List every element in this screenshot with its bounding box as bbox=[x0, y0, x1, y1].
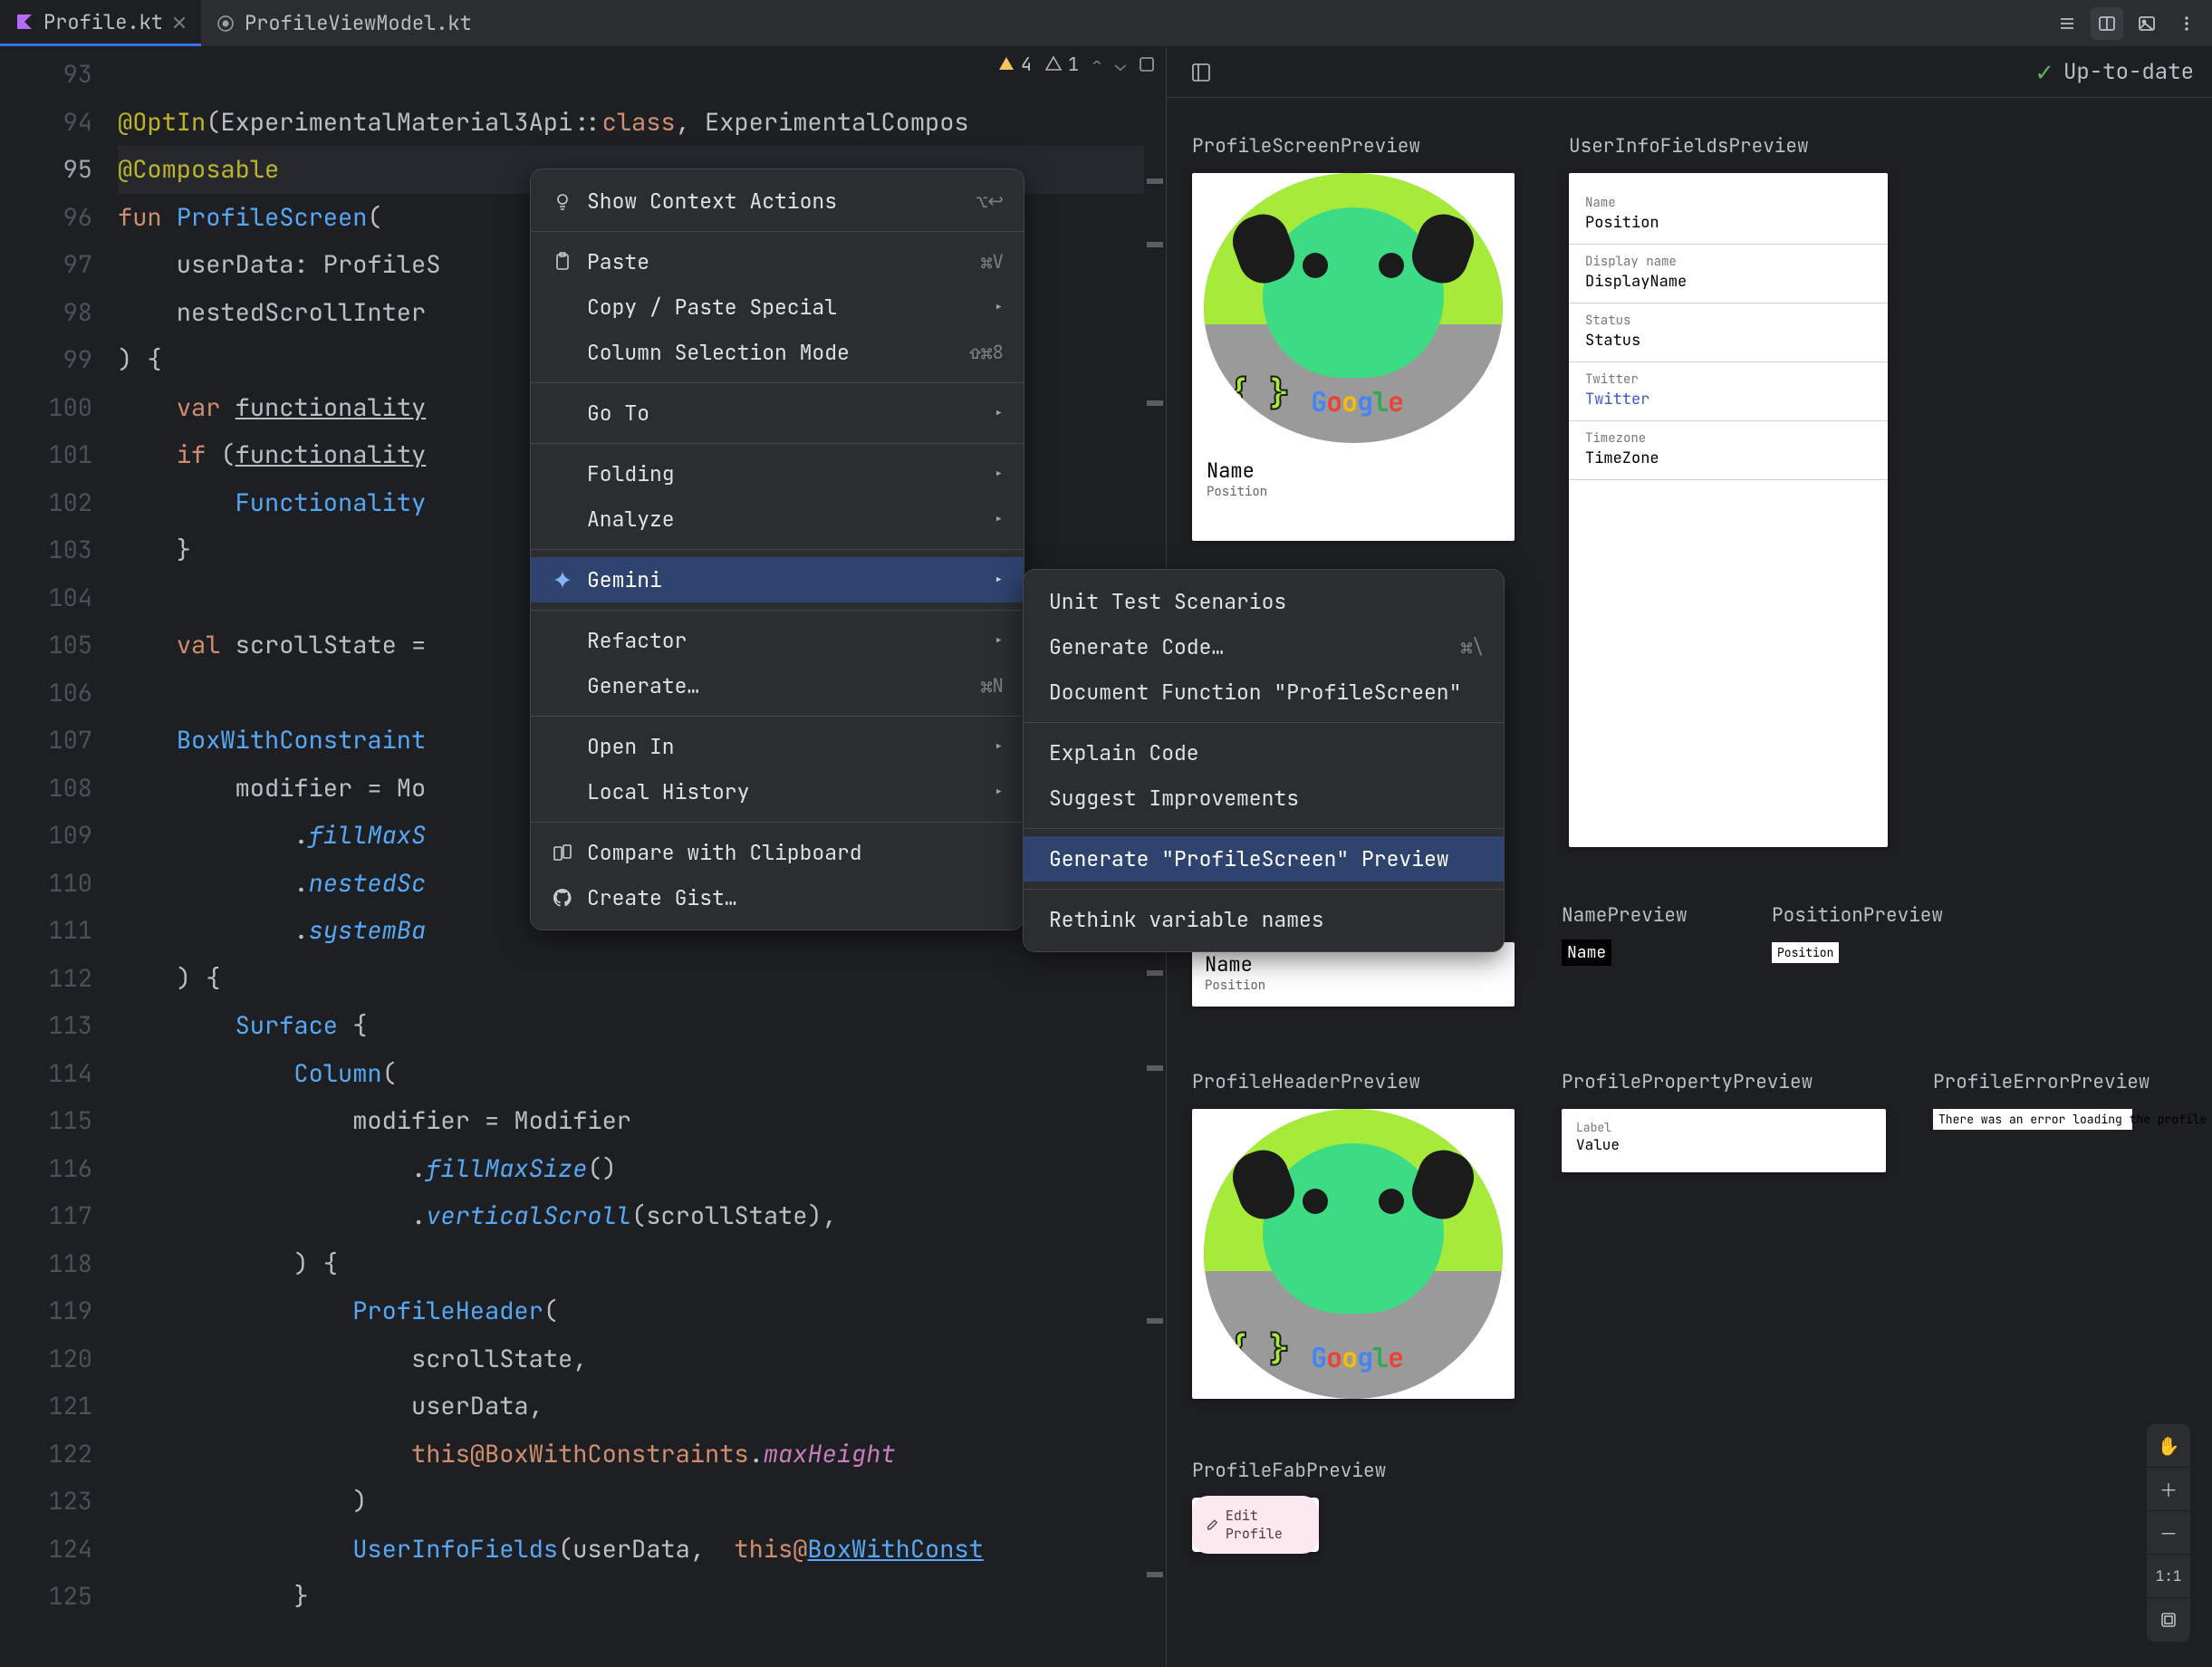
user-info-preview[interactable]: NamePositionDisplay nameDisplayNameStatu… bbox=[1569, 173, 1888, 847]
menu-item[interactable]: Suggest Improvements bbox=[1024, 776, 1504, 821]
tab-bar: Profile.kt ProfileViewModel.kt bbox=[0, 0, 2212, 47]
more-icon[interactable] bbox=[2170, 7, 2203, 40]
tab-label: ProfileViewModel.kt bbox=[245, 10, 472, 36]
pan-icon[interactable]: ✋ bbox=[2147, 1424, 2190, 1468]
menu-item[interactable]: Refactor▸ bbox=[531, 618, 1024, 663]
pencil-icon bbox=[1207, 1518, 1218, 1532]
square-icon[interactable] bbox=[1139, 56, 1155, 72]
line-gutter[interactable]: 9394959697989910010110210310410510610710… bbox=[0, 51, 118, 1621]
menu-item[interactable]: Paste⌘V bbox=[531, 239, 1024, 284]
profile-property-preview[interactable]: Label Value bbox=[1562, 1109, 1886, 1172]
menu-item[interactable]: Copy / Paste Special▸ bbox=[531, 284, 1024, 330]
menu-item[interactable]: Compare with Clipboard bbox=[531, 830, 1024, 875]
menu-item[interactable]: Open In▸ bbox=[531, 724, 1024, 769]
build-status: ✓ Up-to-date bbox=[2034, 56, 2194, 88]
position-preview[interactable]: Position bbox=[1772, 942, 1935, 961]
preview-label: UserInfoFieldsPreview bbox=[1569, 134, 1888, 159]
menu-item[interactable]: Unit Test Scenarios bbox=[1024, 579, 1504, 624]
menu-item[interactable]: Document Function "ProfileScreen" bbox=[1024, 670, 1504, 715]
profile-fab-preview[interactable]: Edit Profile bbox=[1192, 1498, 1319, 1552]
zoom-ratio[interactable]: 1:1 bbox=[2147, 1555, 2190, 1598]
file-icon bbox=[216, 14, 236, 34]
check-icon: ✓ bbox=[2034, 56, 2054, 88]
menu-item[interactable]: Create Gist… bbox=[531, 875, 1024, 920]
fit-icon[interactable] bbox=[2147, 1598, 2190, 1642]
image-view-icon[interactable] bbox=[2130, 7, 2163, 40]
menu-item[interactable]: Show Context Actions⌥↩ bbox=[531, 178, 1024, 224]
profile-header-preview[interactable]: { } Google bbox=[1192, 1109, 1515, 1399]
profile-screen-preview[interactable]: { } Google Name Position bbox=[1192, 173, 1515, 541]
close-icon[interactable] bbox=[172, 14, 187, 29]
gemini-submenu[interactable]: Unit Test ScenariosGenerate Code…⌘\Docum… bbox=[1023, 569, 1505, 952]
kotlin-icon bbox=[14, 12, 34, 32]
menu-item[interactable]: Generate "ProfileScreen" Preview bbox=[1024, 836, 1504, 882]
menu-item[interactable]: Analyze▸ bbox=[531, 496, 1024, 542]
preview-label: ProfileScreenPreview bbox=[1192, 134, 1515, 159]
menu-item[interactable]: Explain Code bbox=[1024, 730, 1504, 776]
tab-viewmodel-kt[interactable]: ProfileViewModel.kt bbox=[201, 0, 486, 46]
menu-item[interactable]: Generate Code…⌘\ bbox=[1024, 624, 1504, 670]
menu-item[interactable]: Go To▸ bbox=[531, 390, 1024, 436]
menu-item[interactable]: Local History▸ bbox=[531, 769, 1024, 814]
menu-item[interactable]: Column Selection Mode⇧⌘8 bbox=[531, 330, 1024, 375]
name-preview[interactable]: Name bbox=[1562, 942, 1725, 963]
preview-zoom-controls: ✋ ＋ － 1:1 bbox=[2147, 1424, 2190, 1642]
menu-item[interactable]: Generate…⌘N bbox=[531, 663, 1024, 708]
layout-icon[interactable] bbox=[1185, 56, 1217, 89]
tab-profile-kt[interactable]: Profile.kt bbox=[0, 0, 201, 46]
chevron-up-icon[interactable]: ⌃ bbox=[1092, 53, 1102, 76]
menu-item[interactable]: Folding▸ bbox=[531, 451, 1024, 496]
tab-label: Profile.kt bbox=[43, 9, 163, 35]
chevron-down-icon[interactable]: ⌄ bbox=[1115, 53, 1126, 76]
context-menu[interactable]: Show Context Actions⌥↩ Paste⌘VCopy / Past… bbox=[530, 169, 1024, 930]
profile-error-preview[interactable]: There was an error loading the profile bbox=[1933, 1109, 2132, 1130]
menu-item[interactable]: Rethink variable names bbox=[1024, 897, 1504, 942]
zoom-in-icon[interactable]: ＋ bbox=[2147, 1468, 2190, 1511]
split-view-icon[interactable] bbox=[2091, 7, 2123, 40]
editor-toolbar bbox=[2051, 0, 2203, 46]
inspections-widget[interactable]: 4 1 ⌃ ⌄ bbox=[997, 53, 1155, 76]
menu-item[interactable]: Gemini▸ bbox=[531, 557, 1024, 602]
zoom-out-icon[interactable]: － bbox=[2147, 1511, 2190, 1555]
list-view-icon[interactable] bbox=[2051, 7, 2083, 40]
